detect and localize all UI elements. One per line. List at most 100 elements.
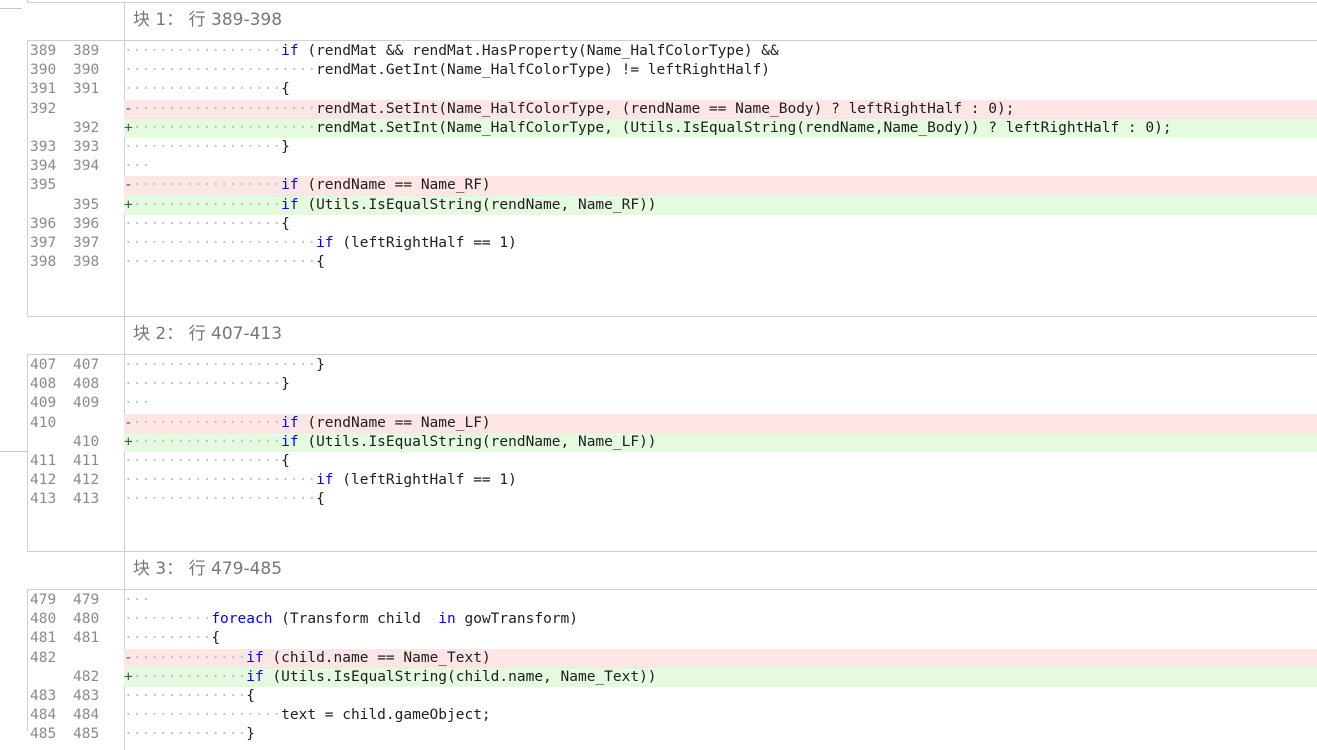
code-content: { bbox=[281, 452, 290, 469]
whitespace-indent: ··· bbox=[124, 592, 151, 608]
code-content: rendMat.SetInt(Name_HalfColorType, (Util… bbox=[316, 119, 1172, 136]
code-text: ··················{ bbox=[124, 215, 1317, 234]
new-line-number: 484 bbox=[73, 707, 100, 724]
deleted-line[interactable]: 392 -·····················rendMat.SetInt(… bbox=[27, 99, 1317, 119]
hunk-title: 块 2： 行 407-413 bbox=[133, 324, 283, 344]
old-line-number: 389 bbox=[30, 43, 57, 59]
code-content: { bbox=[316, 254, 325, 271]
minus-sign: - bbox=[124, 649, 133, 666]
hunk-body: 389 389 ··················if (rendMat && r… bbox=[27, 41, 1317, 316]
new-line-number: 398 bbox=[73, 254, 100, 271]
whitespace-indent: ·················· bbox=[124, 452, 282, 469]
context-line[interactable]: 484 484 ··················text = child.gam… bbox=[27, 706, 1317, 725]
code-content: { bbox=[281, 81, 290, 98]
old-line-number bbox=[27, 119, 71, 138]
whitespace-indent: ·················· bbox=[124, 81, 282, 98]
code-content: if (Utils.IsEqualString(rendName, Name_L… bbox=[281, 433, 657, 450]
old-line-number: 409 bbox=[30, 395, 57, 412]
context-line[interactable]: 412 412 ······················if (leftRigh… bbox=[27, 471, 1317, 490]
context-line[interactable]: 398 398 ······················{ bbox=[27, 253, 1317, 272]
whitespace-indent: ············· bbox=[132, 649, 247, 666]
deleted-line[interactable]: 395 -·················if (rendName == Nam… bbox=[27, 176, 1317, 196]
added-line[interactable]: 410 +·················if (Utils.IsEqualSt… bbox=[27, 432, 1317, 452]
new-line-number: 411 bbox=[73, 452, 100, 469]
whitespace-indent: ·················· bbox=[124, 43, 282, 59]
added-line[interactable]: 392 +·····················rendMat.SetInt(… bbox=[27, 118, 1317, 138]
hunk-header: 块 2： 行 407-413 bbox=[27, 316, 1317, 355]
context-line[interactable]: 485 485 ··············} bbox=[27, 725, 1317, 744]
code-content: } bbox=[281, 138, 290, 155]
context-line[interactable]: 407 407 ······················} bbox=[27, 356, 1317, 375]
old-line-number: 397 bbox=[30, 234, 57, 251]
code-text: ··· bbox=[124, 394, 1317, 413]
context-line[interactable]: 408 408 ··················} bbox=[27, 375, 1317, 394]
old-line-number: 480 bbox=[30, 611, 57, 628]
line-numbers: 482 bbox=[27, 668, 124, 687]
deleted-line[interactable]: 410 -·················if (rendName == Nam… bbox=[27, 413, 1317, 433]
new-line-number: 391 bbox=[73, 81, 100, 98]
left-overview-margin bbox=[0, 0, 28, 731]
whitespace-indent: ····················· bbox=[132, 119, 317, 136]
new-line-number: 390 bbox=[73, 62, 100, 79]
line-numbers: 394 394 bbox=[27, 157, 124, 176]
whitespace-indent: ····················· bbox=[132, 100, 317, 117]
hunk-header-gutter bbox=[27, 3, 125, 40]
context-line[interactable]: 411 411 ··················{ bbox=[27, 452, 1317, 471]
new-line-number: 389 bbox=[73, 43, 100, 59]
overview-marker bbox=[0, 451, 27, 452]
context-line[interactable]: 397 397 ······················if (leftRigh… bbox=[27, 234, 1317, 253]
context-line[interactable]: 483 483 ··············{ bbox=[27, 687, 1317, 706]
code-content: if (rendName == Name_LF) bbox=[281, 414, 491, 431]
code-text: +·····················rendMat.SetInt(Nam… bbox=[124, 118, 1317, 138]
code-text: ··················if (rendMat && rendMat… bbox=[124, 42, 1317, 61]
code-content: if (leftRightHalf == 1) bbox=[316, 472, 517, 489]
new-line-number: 407 bbox=[73, 357, 100, 373]
code-text: -·····················rendMat.SetInt(Nam… bbox=[124, 99, 1317, 119]
old-line-number: 410 bbox=[30, 414, 57, 431]
code-text: ··················} bbox=[124, 375, 1317, 394]
context-line[interactable]: 480 480 ··········foreach (Transform child… bbox=[27, 610, 1317, 629]
code-text: ··········{ bbox=[124, 629, 1317, 648]
diff-view[interactable]: 块 1： 行 389-398 389 389 ··················if… bbox=[27, 2, 1317, 750]
new-line-number: 394 bbox=[73, 158, 100, 175]
line-numbers: 392 bbox=[27, 119, 124, 138]
new-line-number: 481 bbox=[73, 630, 100, 647]
code-content: } bbox=[281, 376, 290, 393]
added-line[interactable]: 482 +·············if (Utils.IsEqualString… bbox=[27, 667, 1317, 687]
old-line-number bbox=[27, 668, 71, 687]
context-line[interactable]: 413 413 ······················{ bbox=[27, 490, 1317, 509]
whitespace-indent: ·············· bbox=[124, 687, 247, 704]
whitespace-indent: ··· bbox=[124, 158, 151, 175]
context-line[interactable]: 396 396 ··················{ bbox=[27, 215, 1317, 234]
whitespace-indent: ············· bbox=[132, 668, 247, 685]
context-line[interactable]: 409 409 ··· bbox=[27, 394, 1317, 413]
whitespace-indent: ················· bbox=[132, 433, 282, 450]
added-line[interactable]: 395 +·················if (Utils.IsEqualSt… bbox=[27, 195, 1317, 215]
new-line-number: 483 bbox=[73, 687, 100, 704]
code-text: +·············if (Utils.IsEqualString(ch… bbox=[124, 667, 1317, 687]
code-content: foreach (Transform child in gowTransform… bbox=[211, 611, 578, 628]
code-text: ······················} bbox=[124, 356, 1317, 375]
old-line-number: 485 bbox=[30, 726, 57, 743]
line-numbers: 392 bbox=[27, 100, 124, 119]
context-line[interactable]: 391 391 ··················{ bbox=[27, 80, 1317, 99]
context-line[interactable]: 389 389 ··················if (rendMat && r… bbox=[27, 42, 1317, 61]
code-text: -·················if (rendName == Name_R… bbox=[124, 176, 1317, 196]
code-text: ······················rendMat.GetInt(Nam… bbox=[124, 61, 1317, 80]
new-line-number bbox=[71, 649, 124, 668]
deleted-line[interactable]: 482 -·············if (child.name == Name_… bbox=[27, 648, 1317, 668]
line-numbers: 485 485 bbox=[27, 725, 124, 744]
context-line[interactable]: 390 390 ······················rendMat.GetI… bbox=[27, 61, 1317, 80]
whitespace-indent: ················· bbox=[132, 414, 282, 431]
context-line[interactable]: 394 394 ··· bbox=[27, 157, 1317, 176]
context-line[interactable]: 393 393 ··················} bbox=[27, 138, 1317, 157]
context-line[interactable]: 481 481 ··········{ bbox=[27, 629, 1317, 648]
context-line[interactable]: 479 479 ··· bbox=[27, 591, 1317, 610]
line-numbers: 411 411 bbox=[27, 452, 124, 471]
code-content: } bbox=[316, 357, 325, 373]
new-line-number: 393 bbox=[73, 138, 100, 155]
code-content: } bbox=[246, 726, 255, 743]
new-line-number: 395 bbox=[73, 196, 100, 213]
hunk-header: 块 1： 行 389-398 bbox=[27, 2, 1317, 41]
whitespace-indent: ·········· bbox=[124, 630, 212, 647]
